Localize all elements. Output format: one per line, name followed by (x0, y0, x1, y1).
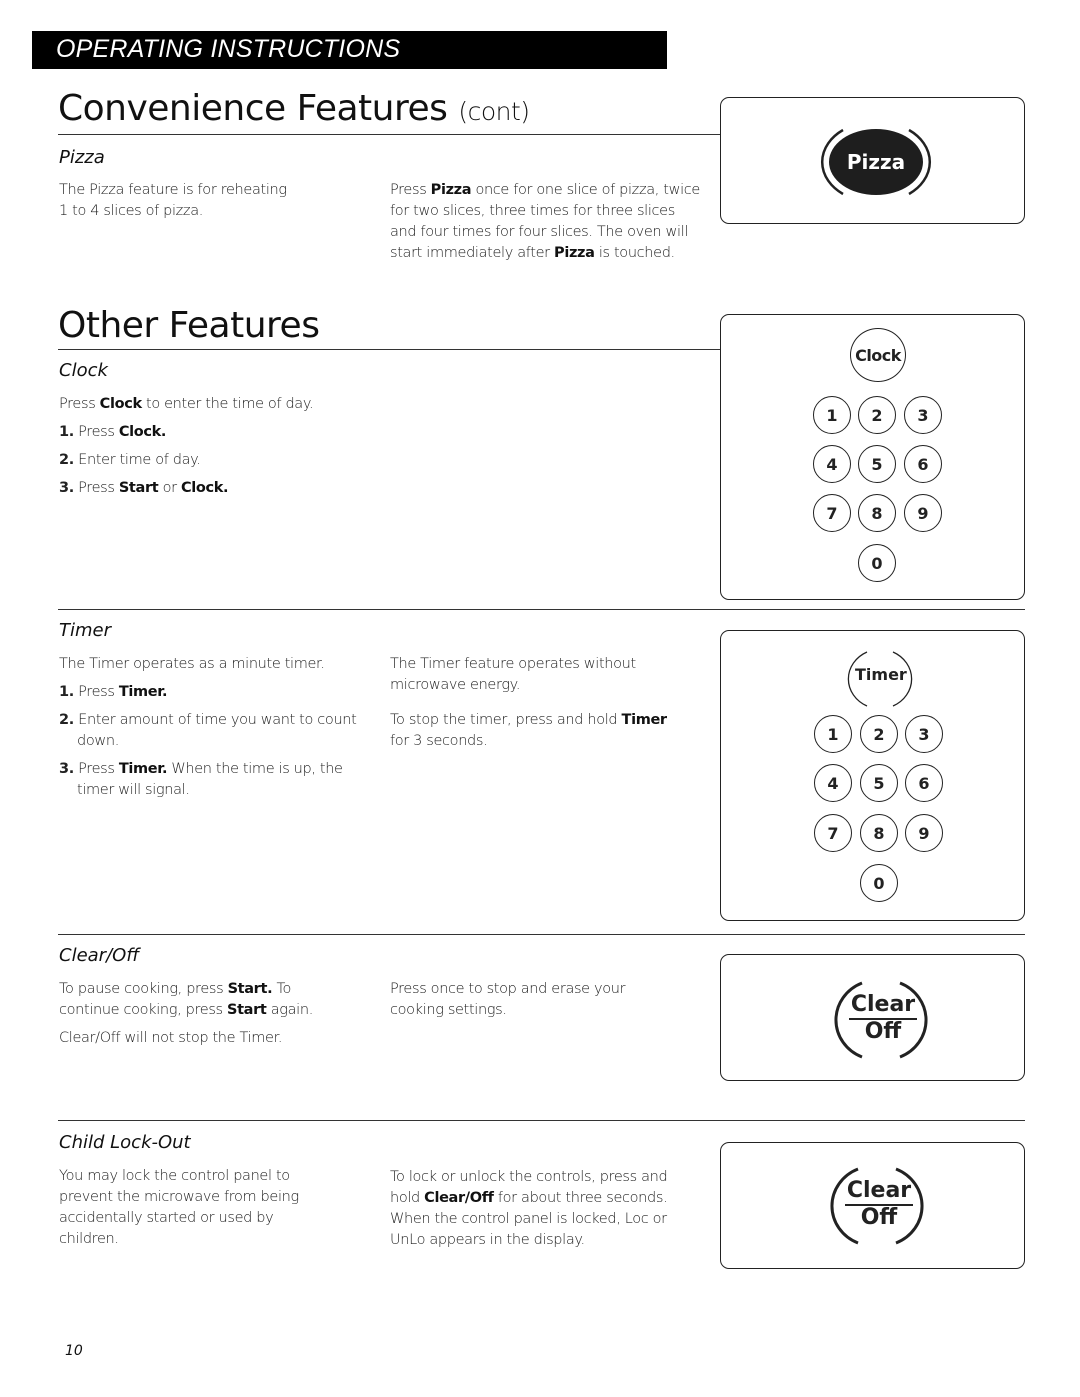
keypad-0[interactable]: 0 (860, 864, 898, 902)
clock-step-2: 2. Enter time of day. (59, 452, 201, 468)
clear-off-heading: Clear/Off (59, 945, 140, 966)
clear-off-button[interactable]: Clear Off (848, 993, 918, 1044)
keypad-0[interactable]: 0 (858, 544, 896, 582)
pizza-heading: Pizza (59, 147, 105, 168)
keypad-4[interactable]: 4 (813, 445, 851, 483)
keypad-8[interactable]: 8 (860, 814, 898, 852)
keypad-9[interactable]: 9 (905, 814, 943, 852)
keypad-5[interactable]: 5 (860, 764, 898, 802)
clock-button[interactable]: Clock (850, 328, 906, 382)
timer-step-1: 1. Press Timer. (59, 684, 168, 700)
keypad-7[interactable]: 7 (814, 814, 852, 852)
timer-step-2: 2. Enter amount of time you want to coun… (59, 712, 357, 749)
keypad-5[interactable]: 5 (858, 445, 896, 483)
pizza-panel: Pizza (720, 97, 1025, 224)
other-title-rule (58, 349, 720, 350)
child-lock-heading: Child Lock-Out (59, 1132, 191, 1153)
keypad-3[interactable]: 3 (904, 396, 942, 434)
keypad-8[interactable]: 8 (858, 494, 896, 532)
timer-clearoff-divider (58, 934, 1025, 935)
clock-instructions: Press Clock to enter the time of day. 1.… (59, 394, 459, 506)
pizza-instructions: Press Pizza once for one slice of pizza,… (390, 182, 700, 261)
keypad-6[interactable]: 6 (904, 445, 942, 483)
keypad-1[interactable]: 1 (813, 396, 851, 434)
clear-off-notes: Press once to stop and erase your cookin… (390, 981, 626, 1018)
keypad-4[interactable]: 4 (814, 764, 852, 802)
clear-off-button[interactable]: Clear Off (844, 1179, 914, 1230)
keypad-3[interactable]: 3 (905, 715, 943, 753)
section-header-bar: OPERATING INSTRUCTIONS (32, 31, 667, 69)
clock-panel: Clock 1 2 3 4 5 6 7 8 9 0 (720, 314, 1025, 600)
keypad-1[interactable]: 1 (814, 715, 852, 753)
page-number: 10 (65, 1343, 83, 1359)
child-lock-instructions: To lock or unlock the controls, press an… (390, 1169, 668, 1248)
keypad-6[interactable]: 6 (905, 764, 943, 802)
timer-panel: Timer 1 2 3 4 5 6 7 8 9 0 (720, 630, 1025, 921)
other-features-title: Other Features (58, 305, 320, 346)
title-suffix: (cont) (458, 97, 530, 126)
timer-heading: Timer (59, 620, 112, 641)
timer-instructions: The Timer operates as a minute timer. 1.… (59, 654, 359, 808)
child-lock-description: You may lock the control panel to preven… (59, 1168, 299, 1247)
timer-button[interactable]: Timer (855, 665, 907, 684)
keypad-7[interactable]: 7 (813, 494, 851, 532)
timer-notes: The Timer feature operates without micro… (390, 656, 667, 749)
pizza-description: The Pizza feature is for reheating 1 to … (59, 182, 287, 219)
convenience-features-title: Convenience Features (cont) (58, 88, 530, 129)
clear-off-panel: Clear Off (720, 954, 1025, 1081)
title-rule (58, 134, 720, 135)
clock-heading: Clock (59, 360, 108, 381)
clock-timer-divider (58, 609, 1025, 610)
pizza-button[interactable]: Pizza (829, 129, 923, 195)
section-label: OPERATING INSTRUCTIONS (56, 35, 401, 63)
timer-step-3: 3. Press Timer. When the time is up, the… (59, 761, 343, 798)
clear-off-instructions: To pause cooking, press Start. To contin… (59, 981, 313, 1046)
keypad-2[interactable]: 2 (858, 396, 896, 434)
keypad-9[interactable]: 9 (904, 494, 942, 532)
child-lock-panel: Clear Off (720, 1142, 1025, 1269)
clearoff-childlock-divider (58, 1120, 1025, 1121)
clock-step-1: 1. Press Clock. (59, 424, 167, 440)
keypad-2[interactable]: 2 (860, 715, 898, 753)
clock-step-3: 3. Press Start or Clock. (59, 480, 229, 496)
